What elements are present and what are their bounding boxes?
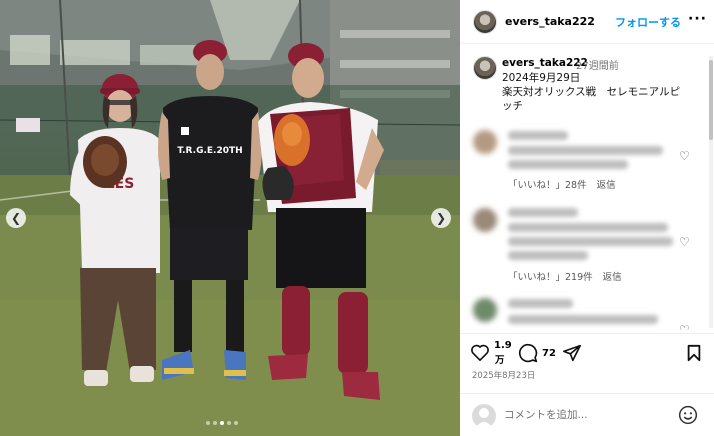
author-username[interactable]: evers_taka222 bbox=[505, 15, 595, 28]
comment-like-icon[interactable]: ♡ bbox=[679, 323, 690, 330]
comment-like-icon[interactable]: ♡ bbox=[679, 235, 690, 249]
bookmark-icon[interactable] bbox=[686, 344, 702, 362]
carousel-dot[interactable] bbox=[234, 421, 238, 425]
comment-meta: 「いいね！」219件 返信 bbox=[508, 269, 632, 283]
blurred-text bbox=[508, 223, 668, 232]
carousel-next-button[interactable]: ❯ bbox=[431, 208, 451, 228]
like-count[interactable]: 1.9 bbox=[494, 340, 512, 351]
carousel-dots bbox=[206, 421, 238, 425]
photo-scene: LES TEN T.R.G.E.20TH bbox=[0, 0, 460, 436]
current-user-avatar[interactable] bbox=[472, 404, 496, 428]
add-comment-bar bbox=[460, 393, 714, 436]
comment-reply-button[interactable]: 返信 bbox=[597, 180, 616, 191]
comment-like-icon[interactable]: ♡ bbox=[679, 149, 690, 163]
caption-line: ッチ bbox=[502, 100, 523, 112]
blurred-text bbox=[508, 146, 663, 155]
like-count-unit[interactable]: 万 bbox=[495, 352, 505, 366]
carousel-dot-active[interactable] bbox=[220, 421, 224, 425]
post-header: evers_taka222 フォローする ··· bbox=[460, 0, 714, 44]
follow-button[interactable]: フォローする bbox=[615, 14, 681, 30]
emoji-icon[interactable] bbox=[678, 405, 698, 425]
blurred-text bbox=[508, 208, 578, 217]
comment-input[interactable] bbox=[504, 405, 664, 425]
commenter-avatar[interactable] bbox=[473, 298, 497, 322]
blurred-text bbox=[508, 160, 628, 169]
blurred-text bbox=[508, 299, 573, 308]
comment-meta: 「いいね！」28件 返信 bbox=[508, 177, 626, 191]
comments-scrollbar-thumb[interactable] bbox=[709, 60, 713, 140]
comment-icon[interactable] bbox=[518, 343, 538, 363]
comment-likes-count[interactable]: 「いいね！」219件 bbox=[508, 272, 593, 283]
blurred-text bbox=[508, 131, 568, 140]
author-avatar[interactable] bbox=[473, 10, 497, 34]
commenter-avatar[interactable] bbox=[473, 130, 497, 154]
carousel-dot[interactable] bbox=[213, 421, 217, 425]
svg-text:T.R.G.E.20TH: T.R.G.E.20TH bbox=[177, 146, 242, 156]
blurred-text bbox=[508, 251, 588, 260]
carousel-prev-button[interactable]: ❮ bbox=[6, 208, 26, 228]
carousel-dot[interactable] bbox=[206, 421, 210, 425]
caption-avatar[interactable] bbox=[473, 56, 497, 80]
post-actions: 1.9 万 72 2025年8月23日 bbox=[460, 333, 714, 383]
heart-icon[interactable] bbox=[470, 343, 490, 361]
comments-section[interactable]: evers_taka222 27週間前 2024年9月29日 楽天対オリックス戦… bbox=[460, 45, 714, 330]
blurred-text bbox=[508, 237, 673, 246]
post-side-panel: evers_taka222 フォローする ··· evers_taka222 2… bbox=[460, 0, 714, 436]
caption-username[interactable]: evers_taka222 bbox=[502, 57, 588, 69]
caption-line: 楽天対オリックス戦 セレモニアルピ bbox=[502, 86, 681, 98]
comment-likes-count[interactable]: 「いいね！」28件 bbox=[508, 180, 587, 191]
more-options-icon[interactable]: ··· bbox=[688, 11, 707, 27]
share-icon[interactable] bbox=[562, 344, 582, 362]
carousel-dot[interactable] bbox=[227, 421, 231, 425]
commenter-avatar[interactable] bbox=[473, 208, 497, 232]
comment-count[interactable]: 72 bbox=[542, 348, 556, 359]
post-photo[interactable]: LES TEN T.R.G.E.20TH bbox=[0, 0, 460, 436]
caption-line: 2024年9月29日 bbox=[502, 72, 581, 84]
blurred-text bbox=[508, 315, 658, 324]
default-user-icon bbox=[475, 408, 493, 428]
caption-timestamp[interactable]: 27週間前 bbox=[576, 57, 619, 72]
post-date[interactable]: 2025年8月23日 bbox=[472, 369, 535, 381]
comment-reply-button[interactable]: 返信 bbox=[603, 272, 622, 283]
